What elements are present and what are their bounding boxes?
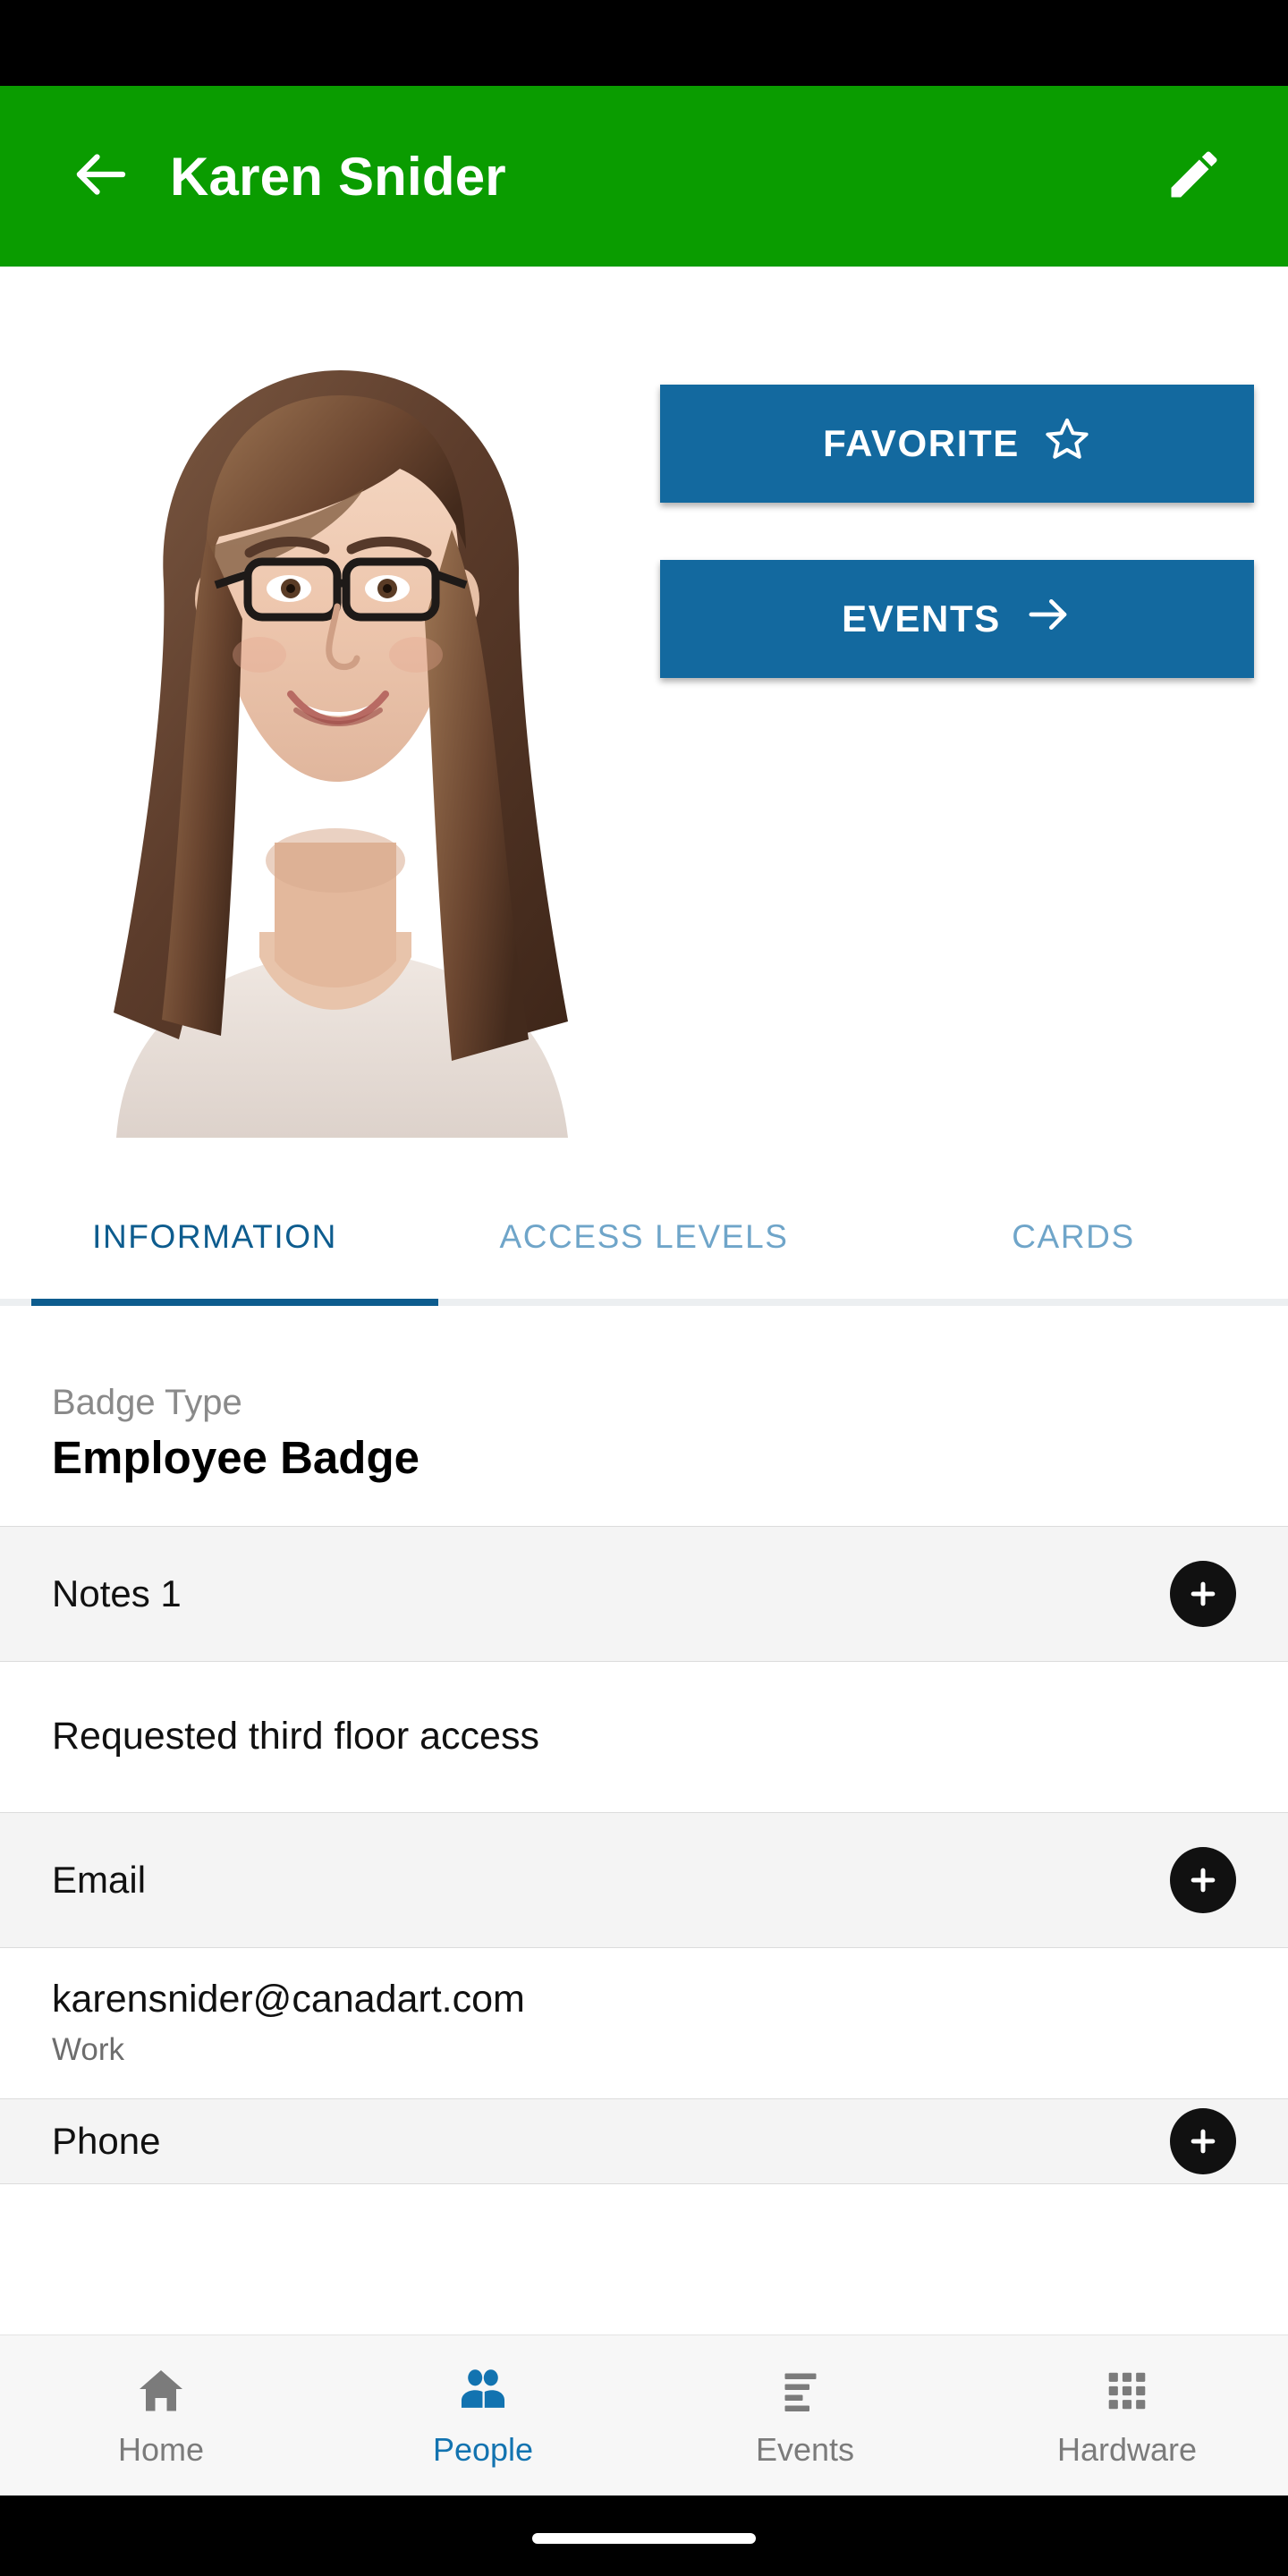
tab-access-levels[interactable]: ACCESS LEVELS — [429, 1179, 859, 1306]
app-screen: Karen Snider FAVORITE EVENTS INFORMATION… — [0, 0, 1288, 2576]
home-icon — [134, 2363, 188, 2419]
grid-icon — [1101, 2363, 1153, 2419]
add-phone-button[interactable] — [1170, 2107, 1236, 2174]
star-outline-icon — [1043, 415, 1091, 472]
nav-item-events-label: Events — [755, 2430, 855, 2468]
plus-icon — [1185, 1576, 1221, 1612]
tab-cards[interactable]: CARDS — [859, 1179, 1288, 1306]
notes-section-header: Notes 1 — [0, 1525, 1288, 1662]
add-email-button[interactable] — [1170, 1846, 1236, 1913]
nav-item-events[interactable]: Events — [644, 2335, 966, 2496]
gesture-handle[interactable] — [532, 2533, 756, 2544]
person-photo — [31, 270, 631, 1138]
page-title: Karen Snider — [170, 146, 506, 207]
tab-active-indicator — [31, 1299, 438, 1306]
bottom-navigation: Home People Events Hardware — [0, 2334, 1288, 2496]
edit-button[interactable] — [1145, 127, 1243, 225]
events-button-label: EVENTS — [842, 597, 1001, 640]
arrow-left-icon — [69, 142, 133, 211]
system-navigation-bar — [0, 2496, 1288, 2576]
email-section-header: Email — [0, 1811, 1288, 1948]
tab-information[interactable]: INFORMATION — [0, 1179, 429, 1306]
pencil-edit-icon — [1164, 144, 1224, 209]
email-address: karensnider@canadart.com — [52, 1978, 525, 2021]
nav-item-hardware-label: Hardware — [1056, 2430, 1198, 2468]
note-text: Requested third floor access — [52, 1715, 539, 1758]
tab-cards-label: CARDS — [1012, 1218, 1135, 1255]
information-panel: Badge Type Employee Badge Notes 1 Reques… — [0, 1306, 1288, 2343]
badge-type-label: Badge Type — [52, 1383, 242, 1422]
app-bar: Karen Snider — [0, 86, 1288, 267]
plus-icon — [1185, 2123, 1221, 2159]
back-button[interactable] — [52, 127, 150, 225]
email-section-title: Email — [52, 1858, 147, 1901]
badge-type-value: Employee Badge — [52, 1431, 419, 1483]
events-button[interactable]: EVENTS — [660, 560, 1254, 678]
plus-icon — [1185, 1862, 1221, 1898]
avatar — [31, 270, 631, 1138]
action-buttons: FAVORITE EVENTS — [660, 385, 1254, 678]
nav-item-home-label: Home — [117, 2430, 205, 2468]
status-bar — [0, 0, 1288, 86]
nav-item-people[interactable]: People — [322, 2335, 644, 2496]
arrow-right-icon — [1024, 590, 1072, 648]
tab-information-label: INFORMATION — [92, 1218, 337, 1255]
phone-section-header: Phone — [0, 2097, 1288, 2184]
favorite-button-label: FAVORITE — [823, 422, 1020, 464]
profile-hero: FAVORITE EVENTS — [0, 267, 1288, 1179]
favorite-button[interactable]: FAVORITE — [660, 385, 1254, 503]
email-type: Work — [52, 2032, 125, 2068]
add-note-button[interactable] — [1170, 1560, 1236, 1627]
people-icon — [455, 2363, 511, 2419]
nav-item-hardware[interactable]: Hardware — [966, 2335, 1288, 2496]
nav-item-home[interactable]: Home — [0, 2335, 322, 2496]
phone-section-title: Phone — [52, 2119, 161, 2162]
notes-section-title: Notes 1 — [52, 1572, 182, 1614]
nav-item-people-label: People — [432, 2430, 534, 2468]
badge-type-field: Badge Type Employee Badge — [0, 1306, 1288, 1526]
list-icon — [778, 2363, 832, 2419]
tab-bar: INFORMATION ACCESS LEVELS CARDS — [0, 1179, 1288, 1306]
note-row[interactable]: Requested third floor access — [0, 1661, 1288, 1812]
tab-access-levels-label: ACCESS LEVELS — [499, 1218, 789, 1255]
email-row[interactable]: karensnider@canadart.com Work — [0, 1947, 1288, 2098]
